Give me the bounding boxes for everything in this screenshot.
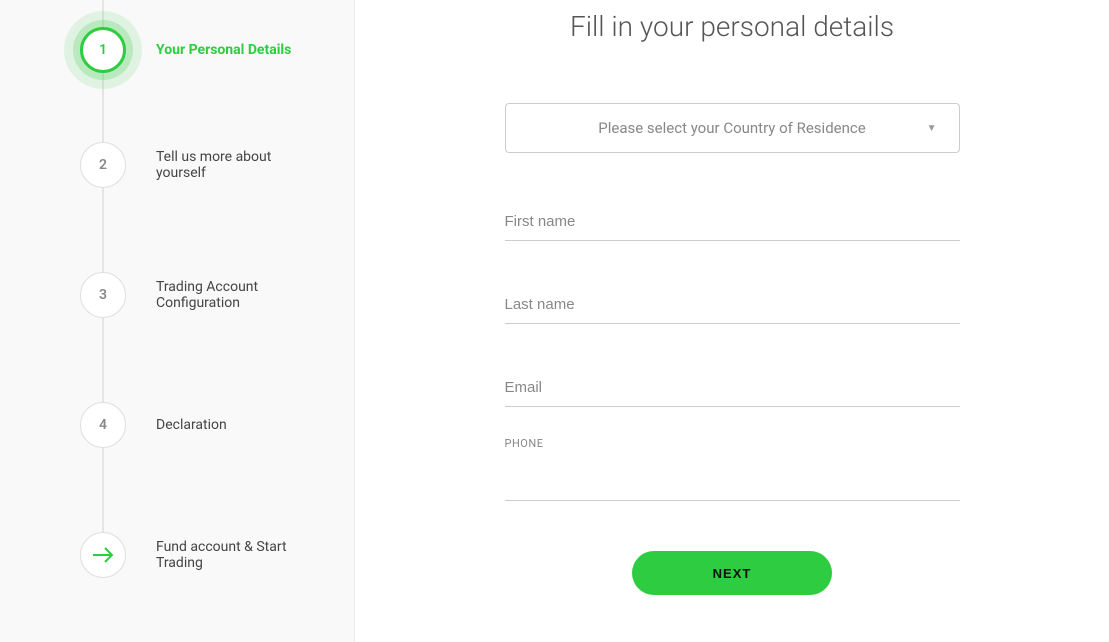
main-content: Fill in your personal details Please sel… xyxy=(355,0,1109,642)
personal-details-form: Please select your Country of Residence … xyxy=(505,103,960,595)
step-number-badge: 4 xyxy=(80,402,126,448)
step-about-yourself[interactable]: 2 Tell us more about yourself xyxy=(30,100,324,230)
step-label: Your Personal Details xyxy=(156,42,291,58)
next-button[interactable]: NEXT xyxy=(632,551,832,595)
step-label: Trading Account Configuration xyxy=(156,279,324,311)
chevron-down-icon: ▼ xyxy=(927,123,937,134)
sidebar: 1 Your Personal Details 2 Tell us more a… xyxy=(0,0,355,642)
step-list: 1 Your Personal Details 2 Tell us more a… xyxy=(30,0,324,620)
step-personal-details[interactable]: 1 Your Personal Details xyxy=(30,0,324,100)
email-field-wrap xyxy=(505,369,960,407)
first-name-field[interactable] xyxy=(505,203,960,241)
step-number-badge: 3 xyxy=(80,272,126,318)
step-label: Declaration xyxy=(156,417,227,433)
last-name-field-wrap xyxy=(505,286,960,324)
first-name-field-wrap xyxy=(505,203,960,241)
step-trading-config[interactable]: 3 Trading Account Configuration xyxy=(30,230,324,360)
step-declaration[interactable]: 4 Declaration xyxy=(30,360,324,490)
step-label: Fund account & Start Trading xyxy=(156,539,324,571)
step-arrow-badge xyxy=(80,532,126,578)
step-number-badge: 2 xyxy=(80,142,126,188)
phone-field-wrap: PHONE xyxy=(505,437,960,501)
page-title: Fill in your personal details xyxy=(570,10,894,43)
phone-label: PHONE xyxy=(505,437,960,450)
step-label: Tell us more about yourself xyxy=(156,149,324,181)
phone-field[interactable] xyxy=(505,455,960,501)
email-field[interactable] xyxy=(505,369,960,407)
step-number-badge: 1 xyxy=(80,27,126,73)
last-name-field[interactable] xyxy=(505,286,960,324)
step-fund-account[interactable]: Fund account & Start Trading xyxy=(30,490,324,620)
country-select-placeholder: Please select your Country of Residence xyxy=(598,119,865,137)
arrow-right-icon xyxy=(92,547,114,563)
country-select[interactable]: Please select your Country of Residence … xyxy=(505,103,960,153)
